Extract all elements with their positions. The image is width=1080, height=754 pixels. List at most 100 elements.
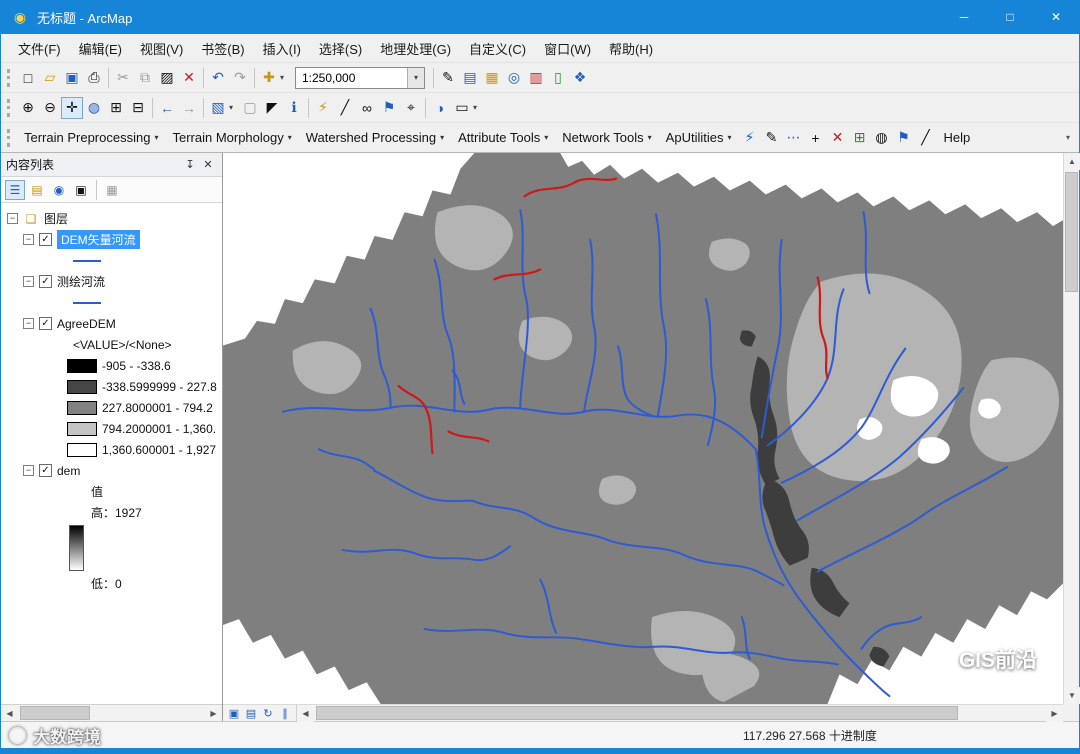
scroll-right-icon[interactable]: ▶ [205,704,222,722]
menu-aputilities[interactable]: ApUtilities ▾ [659,126,739,149]
remove-point-icon[interactable]: ✕ [826,127,848,149]
clear-selection-icon[interactable]: ▢ [239,97,261,119]
legend-row[interactable]: 227.8000001 - 794.2 [1,397,222,418]
toolbar-grip[interactable] [7,68,12,87]
scale-value[interactable]: 1:250,000 [296,71,407,85]
menu-customize[interactable]: 自定义(C) [460,35,535,62]
copy-icon[interactable]: ⧉ [134,67,156,89]
open-folder-icon[interactable]: ▱ [39,67,61,89]
go-back-extent-icon[interactable]: ← [156,97,178,119]
menu-archydro-help[interactable]: Help [936,126,977,149]
minimize-button[interactable]: ─ [941,0,987,34]
pause-drawing-icon[interactable]: ∥ [277,705,293,721]
add-data-dropdown-icon[interactable]: ▾ [280,73,290,82]
layout-view-icon[interactable]: ▤ [243,705,259,721]
legend-row[interactable]: 794.2000001 - 1,360. [1,418,222,439]
close-button[interactable]: ✕ [1033,0,1079,34]
symbol-row[interactable] [1,292,222,313]
tools-dropdown-icon[interactable]: ▾ [473,103,483,112]
scroll-up-icon[interactable]: ▲ [1064,153,1080,170]
list-by-source-icon[interactable]: ▤ [27,180,47,200]
editor-toolbar-icon[interactable]: ✎ [437,67,459,89]
menu-insert[interactable]: 插入(I) [254,35,310,62]
scrollbar-thumb[interactable] [20,706,90,720]
layer-checkbox[interactable]: ✓ [39,317,52,330]
scroll-left-icon[interactable]: ◀ [1,704,18,722]
select-elements-icon[interactable]: ◤ [261,97,283,119]
line-symbol[interactable] [73,301,101,304]
collapse-icon[interactable]: − [23,465,34,476]
table-of-contents-icon[interactable]: ▤ [459,67,481,89]
list-by-selection-icon[interactable]: ▣ [71,180,91,200]
layer-label-agreedem[interactable]: AgreeDEM [57,317,116,331]
snap-point-icon[interactable]: + [804,127,826,149]
legend-row[interactable]: -905 - -338.6 [1,355,222,376]
print-icon[interactable]: ⎙ [83,67,105,89]
save-icon[interactable]: ▣ [61,67,83,89]
legend-swatch[interactable] [67,442,97,457]
menu-terrain-morphology[interactable]: Terrain Morphology ▾ [165,126,298,149]
layer-row-dem-vector[interactable]: − ✓ DEM矢量河流 [1,229,222,250]
maximize-button[interactable]: □ [987,0,1033,34]
cut-icon[interactable]: ✂ [112,67,134,89]
delete-icon[interactable]: ✕ [178,67,200,89]
collapse-icon[interactable]: − [23,318,34,329]
collapse-icon[interactable]: − [23,234,34,245]
scrollbar-track[interactable] [18,705,205,721]
refresh-view-icon[interactable]: ↻ [260,705,276,721]
layer-label-surveyed[interactable]: 测绘河流 [57,273,105,290]
toc-horizontal-scrollbar[interactable]: ◀ ▶ [1,704,222,722]
scrollbar-track[interactable] [314,705,1046,721]
viewer-window-icon[interactable]: ▭ [451,97,473,119]
menu-help[interactable]: 帮助(H) [600,35,662,62]
find-route-icon[interactable]: ⚑ [378,97,400,119]
go-to-xy-icon[interactable]: ⌖ [400,97,422,119]
python-window-icon[interactable]: ▯ [547,67,569,89]
legend-swatch[interactable] [67,421,97,436]
toolbar-grip[interactable] [7,98,12,117]
new-document-icon[interactable]: □ [17,67,39,89]
modelbuilder-icon[interactable]: ❖ [569,67,591,89]
time-slider-icon[interactable]: ◑ [429,97,451,119]
scroll-left-icon[interactable]: ◀ [297,704,314,722]
symbol-row[interactable] [1,250,222,271]
network-tools-icon[interactable]: ⊞ [848,127,870,149]
scroll-down-icon[interactable]: ▼ [1064,687,1080,704]
identify-icon[interactable]: ℹ [283,97,305,119]
layer-row-agreedem[interactable]: − ✓ AgreeDEM [1,313,222,334]
fixed-zoom-out-icon[interactable]: ⊟ [127,97,149,119]
collapse-icon[interactable]: − [23,276,34,287]
layer-checkbox[interactable]: ✓ [39,275,52,288]
zoom-in-icon[interactable]: ⊕ [17,97,39,119]
map-horizontal-scrollbar[interactable]: ▣ ▤ ↻ ∥ ◀ ▶ [223,704,1063,722]
scrollbar-track[interactable] [1064,170,1079,687]
scale-dropdown-icon[interactable]: ▾ [407,67,424,88]
go-forward-extent-icon[interactable]: → [178,97,200,119]
menu-attribute-tools[interactable]: Attribute Tools ▾ [451,126,555,149]
toc-close-icon[interactable]: ✕ [199,155,217,175]
legend-row[interactable]: 1,360.600001 - 1,927 [1,439,222,460]
toolbar-overflow-icon[interactable]: ▾ [1061,127,1075,149]
scale-combo[interactable]: 1:250,000 ▾ [295,66,425,89]
list-by-drawing-order-icon[interactable]: ☰ [5,179,25,200]
menu-watershed-processing[interactable]: Watershed Processing ▾ [299,126,451,149]
map-vertical-scrollbar[interactable]: ▲ ▼ [1063,153,1080,704]
point-delineation-icon[interactable]: ⋯ [782,127,804,149]
scrollbar-thumb[interactable] [316,706,959,720]
line-symbol[interactable] [73,259,101,262]
add-data-icon[interactable]: ✚ [258,67,280,89]
layer-checkbox[interactable]: ✓ [39,464,52,477]
layer-row-dem[interactable]: − ✓ dem [1,460,222,481]
layer-checkbox[interactable]: ✓ [39,233,52,246]
global-delineation-icon[interactable]: ◍ [870,127,892,149]
collapse-icon[interactable]: − [7,213,18,224]
zoom-out-icon[interactable]: ⊖ [39,97,61,119]
menu-selection[interactable]: 选择(S) [310,35,371,62]
legend-swatch[interactable] [67,358,97,373]
line-tool-icon[interactable]: ╱ [914,127,936,149]
layer-label-dem-vector[interactable]: DEM矢量河流 [57,230,140,249]
pan-icon[interactable]: ✛ [61,96,83,119]
legend-swatch[interactable] [67,400,97,415]
menu-edit[interactable]: 编辑(E) [70,35,131,62]
legend-swatch[interactable] [67,379,97,394]
